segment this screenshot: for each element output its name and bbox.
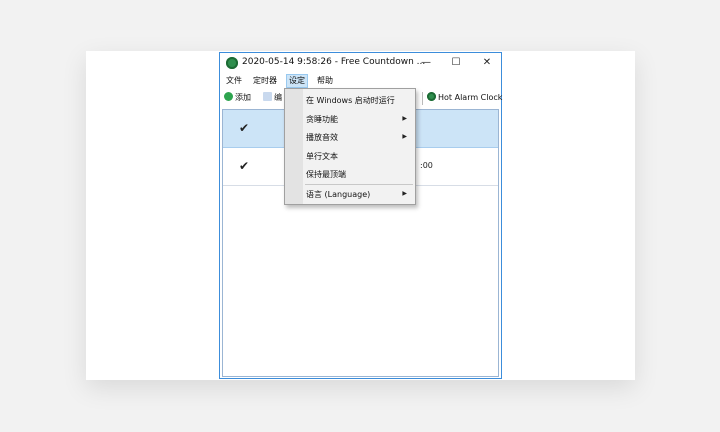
submenu-arrow-icon: ▶: [402, 133, 407, 140]
minimize-button[interactable]: —: [416, 56, 436, 70]
checkmark-icon[interactable]: ✔: [239, 121, 249, 135]
menu-item-always-on-top[interactable]: 保持最顶端: [306, 169, 346, 180]
menu-item-language[interactable]: 语言 (Language): [306, 189, 370, 200]
row-time: :00: [420, 161, 433, 170]
close-button[interactable]: ✕: [477, 56, 497, 70]
menu-item-single-line-text[interactable]: 单行文本: [306, 151, 338, 162]
hot-alarm-clock-button[interactable]: Hot Alarm Clock: [427, 92, 502, 104]
hot-alarm-label: Hot Alarm Clock: [438, 93, 503, 102]
menu-item-snooze[interactable]: 贪睡功能: [306, 114, 338, 125]
menu-icon-gutter: [285, 89, 303, 204]
title-bar[interactable]: 2020-05-14 9:58:26 - Free Countdown ... …: [220, 53, 501, 73]
app-clock-icon: [226, 57, 238, 69]
menu-help[interactable]: 帮助: [315, 75, 335, 87]
menu-bar: 文件 定时器 设定 帮助: [220, 74, 501, 88]
toolbar-separator: [422, 92, 423, 105]
submenu-arrow-icon: ▶: [402, 190, 407, 197]
menu-separator: [305, 184, 413, 185]
add-label: 添加: [235, 93, 251, 102]
checkmark-icon[interactable]: ✔: [239, 159, 249, 173]
menu-file[interactable]: 文件: [224, 75, 244, 87]
add-icon: [224, 92, 233, 101]
submenu-arrow-icon: ▶: [402, 115, 407, 122]
edit-icon: [263, 92, 272, 101]
maximize-button[interactable]: ☐: [446, 56, 466, 70]
add-button[interactable]: 添加: [224, 92, 251, 104]
alarm-clock-icon: [427, 92, 436, 101]
window-title: 2020-05-14 9:58:26 - Free Countdown ...: [242, 57, 426, 67]
edit-label: 编: [274, 93, 282, 102]
settings-dropdown-menu: 在 Windows 启动时运行 贪睡功能 ▶ 播放音效 ▶ 单行文本 保持最顶端…: [284, 88, 416, 205]
menu-item-run-at-startup[interactable]: 在 Windows 启动时运行: [306, 95, 395, 106]
menu-item-play-sound[interactable]: 播放音效: [306, 132, 338, 143]
menu-settings[interactable]: 设定: [286, 74, 308, 88]
menu-timer[interactable]: 定时器: [251, 75, 279, 87]
edit-button[interactable]: 编: [263, 92, 282, 104]
